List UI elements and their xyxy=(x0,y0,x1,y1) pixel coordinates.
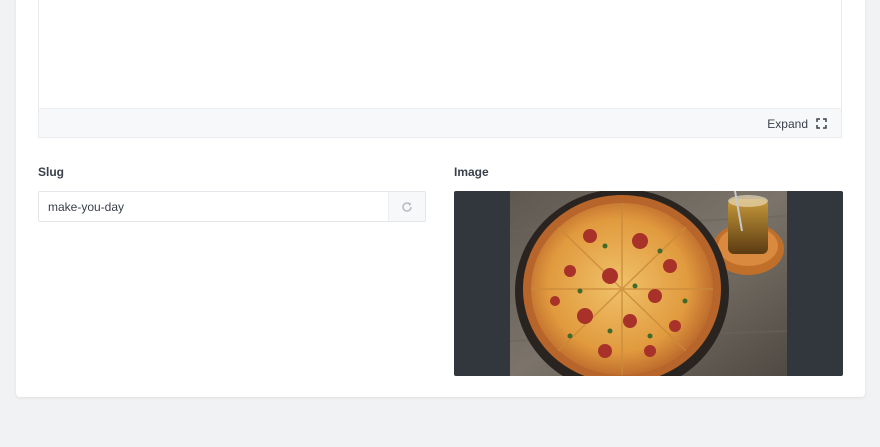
slug-label: Slug xyxy=(38,165,64,179)
editor-footer: Expand xyxy=(39,108,841,137)
slug-field xyxy=(38,191,426,222)
slug-input[interactable] xyxy=(39,192,388,221)
rich-text-editor: Expand xyxy=(38,0,842,138)
image-label: Image xyxy=(454,165,489,179)
expand-label: Expand xyxy=(767,116,808,131)
expand-button[interactable]: Expand xyxy=(767,109,827,138)
expand-icon xyxy=(816,118,827,129)
image-preview[interactable] xyxy=(454,191,843,376)
regenerate-slug-button[interactable] xyxy=(388,192,425,221)
editor-text-area[interactable] xyxy=(39,0,841,108)
refresh-icon xyxy=(402,201,412,212)
content-card: Expand Slug Image xyxy=(16,0,865,397)
pizza-photo xyxy=(510,191,787,376)
